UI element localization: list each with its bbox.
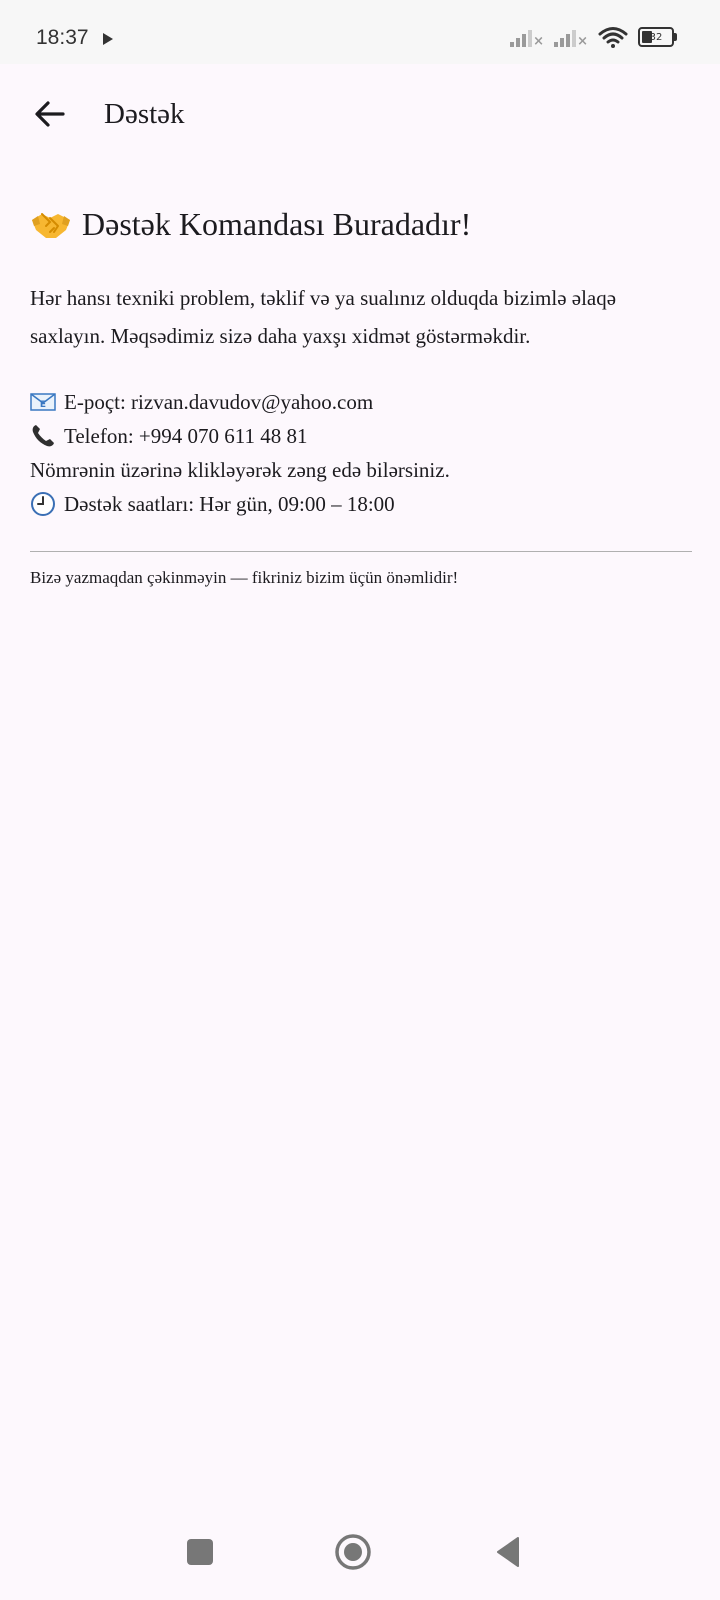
footer-note: Bizə yazmaqdan çəkinməyin — fikriniz biz… — [30, 568, 459, 587]
wifi-icon — [598, 27, 628, 48]
phone-icon — [30, 423, 56, 449]
home-button[interactable] — [333, 1532, 373, 1572]
support-heading: Dəstək Komandası Buradadır! — [30, 206, 690, 243]
support-content: Dəstək Komandası Buradadır! Hər hansı te… — [30, 206, 692, 588]
phone-link[interactable]: Telefon: +994 070 611 48 81 — [30, 419, 690, 453]
recents-button[interactable] — [180, 1532, 220, 1572]
hours-text: Dəstək saatları: Hər gün, 09:00 – 18:00 — [64, 492, 395, 516]
status-bar: 18:37 × × 32 — [0, 0, 720, 64]
phone-hint: Nömrənin üzərinə klikləyərək zəng edə bi… — [30, 453, 690, 487]
divider — [30, 551, 692, 552]
square-icon — [187, 1539, 213, 1565]
email-text: E-poçt: rizvan.davudov@yahoo.com — [64, 390, 374, 414]
back-button[interactable] — [24, 88, 76, 140]
phone-hint-text: Nömrənin üzərinə klikləyərək zəng edə bi… — [30, 458, 450, 482]
handshake-icon — [30, 210, 72, 240]
signal-1-icon: × — [510, 27, 544, 49]
app-bar: Dəstək — [0, 64, 720, 176]
email-icon: E — [30, 392, 56, 412]
status-icons: × × 32 — [510, 26, 677, 49]
battery-icon: 32 — [638, 27, 677, 47]
heading-text: Dəstək Komandası Buradadır! — [82, 206, 472, 242]
email-line[interactable]: E E-poçt: rizvan.davudov@yahoo.com — [30, 385, 690, 419]
intro-text: Hər hansı texniki problem, təklif və ya … — [30, 286, 617, 348]
media-play-icon — [103, 33, 113, 45]
phone-text: Telefon: +994 070 611 48 81 — [64, 424, 308, 448]
svg-text:E: E — [40, 400, 46, 410]
system-nav-bar — [0, 1500, 720, 1600]
battery-level: 32 — [649, 31, 663, 43]
clock-icon — [30, 491, 56, 517]
signal-2-icon: × — [554, 27, 588, 49]
page-title: Dəstək — [104, 98, 185, 130]
circle-home-icon — [335, 1534, 371, 1570]
arrow-left-icon — [35, 101, 65, 127]
status-time: 18:37 — [36, 26, 89, 49]
triangle-back-icon — [497, 1537, 519, 1567]
contact-info: E E-poçt: rizvan.davudov@yahoo.com Telef… — [30, 385, 690, 521]
nav-back-button[interactable] — [488, 1532, 528, 1572]
hours-line: Dəstək saatları: Hər gün, 09:00 – 18:00 — [30, 487, 690, 521]
